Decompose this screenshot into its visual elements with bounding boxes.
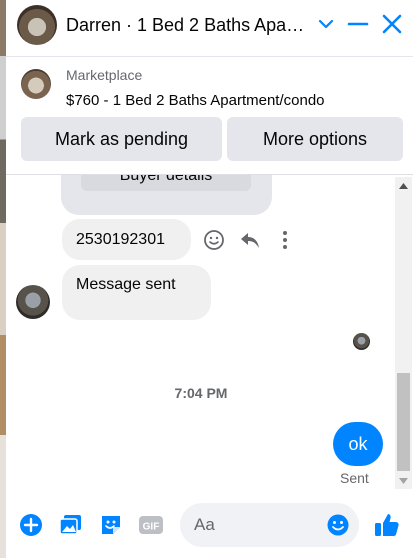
seen-avatar bbox=[353, 333, 370, 350]
emoji-icon[interactable] bbox=[326, 513, 350, 537]
gif-label: GIF bbox=[143, 522, 160, 533]
minimize-icon[interactable] bbox=[346, 12, 370, 36]
marketplace-label: Marketplace bbox=[66, 67, 143, 83]
reply-icon[interactable] bbox=[239, 229, 261, 256]
scroll-up-icon[interactable] bbox=[395, 177, 412, 194]
chevron-down-icon[interactable] bbox=[314, 12, 338, 36]
more-options-button[interactable]: More options bbox=[227, 117, 403, 161]
sticker-icon[interactable] bbox=[98, 512, 124, 538]
sender-avatar[interactable] bbox=[16, 285, 50, 319]
buyer-details-card: Buyer details bbox=[61, 175, 272, 215]
message-input[interactable] bbox=[194, 503, 314, 547]
outgoing-message-bubble[interactable]: ok bbox=[333, 422, 383, 466]
chat-title[interactable]: Darren · 1 Bed 2 Baths Apa… bbox=[66, 15, 316, 36]
image-icon[interactable] bbox=[58, 512, 84, 538]
buyer-details-button[interactable]: Buyer details bbox=[81, 175, 251, 191]
listing-thumbnail[interactable] bbox=[21, 69, 51, 99]
scrollbar-thumb[interactable] bbox=[397, 373, 410, 471]
avatar[interactable] bbox=[17, 5, 57, 45]
thumbs-up-icon[interactable] bbox=[373, 511, 401, 539]
message-input-container[interactable] bbox=[180, 503, 359, 547]
listing-title[interactable]: $760 - 1 Bed 2 Baths Apartment/condo bbox=[66, 92, 325, 109]
mark-as-pending-button[interactable]: Mark as pending bbox=[21, 117, 222, 161]
message-composer: GIF bbox=[6, 498, 413, 558]
gif-icon[interactable]: GIF bbox=[138, 512, 164, 538]
message-sent-bubble[interactable]: Message sent bbox=[62, 265, 211, 320]
chat-window: Darren · 1 Bed 2 Baths Apa… Marketplace … bbox=[6, 0, 413, 558]
message-status: Sent bbox=[340, 470, 369, 486]
react-emoji-icon[interactable] bbox=[203, 229, 225, 256]
scrollbar[interactable] bbox=[395, 177, 412, 489]
close-icon[interactable] bbox=[380, 12, 404, 36]
message-list[interactable]: Buyer details 2530192301 Message sent 7:… bbox=[6, 175, 413, 493]
scroll-down-icon[interactable] bbox=[395, 472, 412, 489]
plus-icon[interactable] bbox=[18, 512, 44, 538]
more-actions-icon[interactable] bbox=[278, 229, 292, 256]
header-divider bbox=[6, 56, 413, 57]
phone-message-bubble[interactable]: 2530192301 bbox=[62, 219, 191, 260]
chat-header[interactable]: Darren · 1 Bed 2 Baths Apa… bbox=[6, 0, 413, 52]
message-timestamp: 7:04 PM bbox=[174, 385, 228, 401]
